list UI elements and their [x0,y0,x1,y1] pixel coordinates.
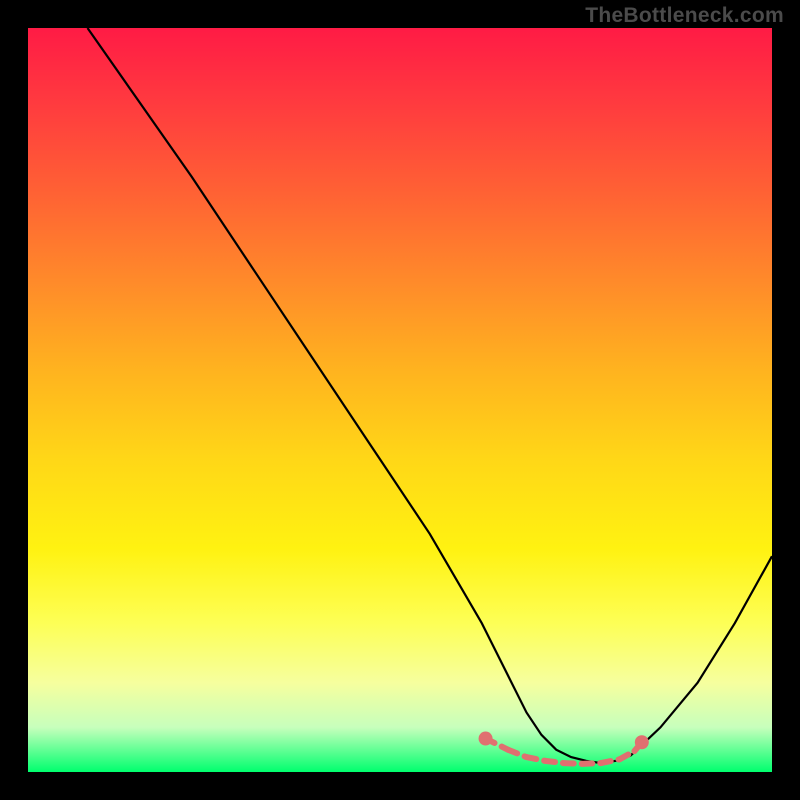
marker-dot [479,732,493,746]
chart-plot-area [28,28,772,772]
bottleneck-curve [88,28,773,763]
marker-dot [635,735,649,749]
watermark-text: TheBottleneck.com [585,4,784,28]
optimal-range-markers [479,732,649,764]
chart-svg [28,28,772,772]
marker-segment [508,750,527,757]
